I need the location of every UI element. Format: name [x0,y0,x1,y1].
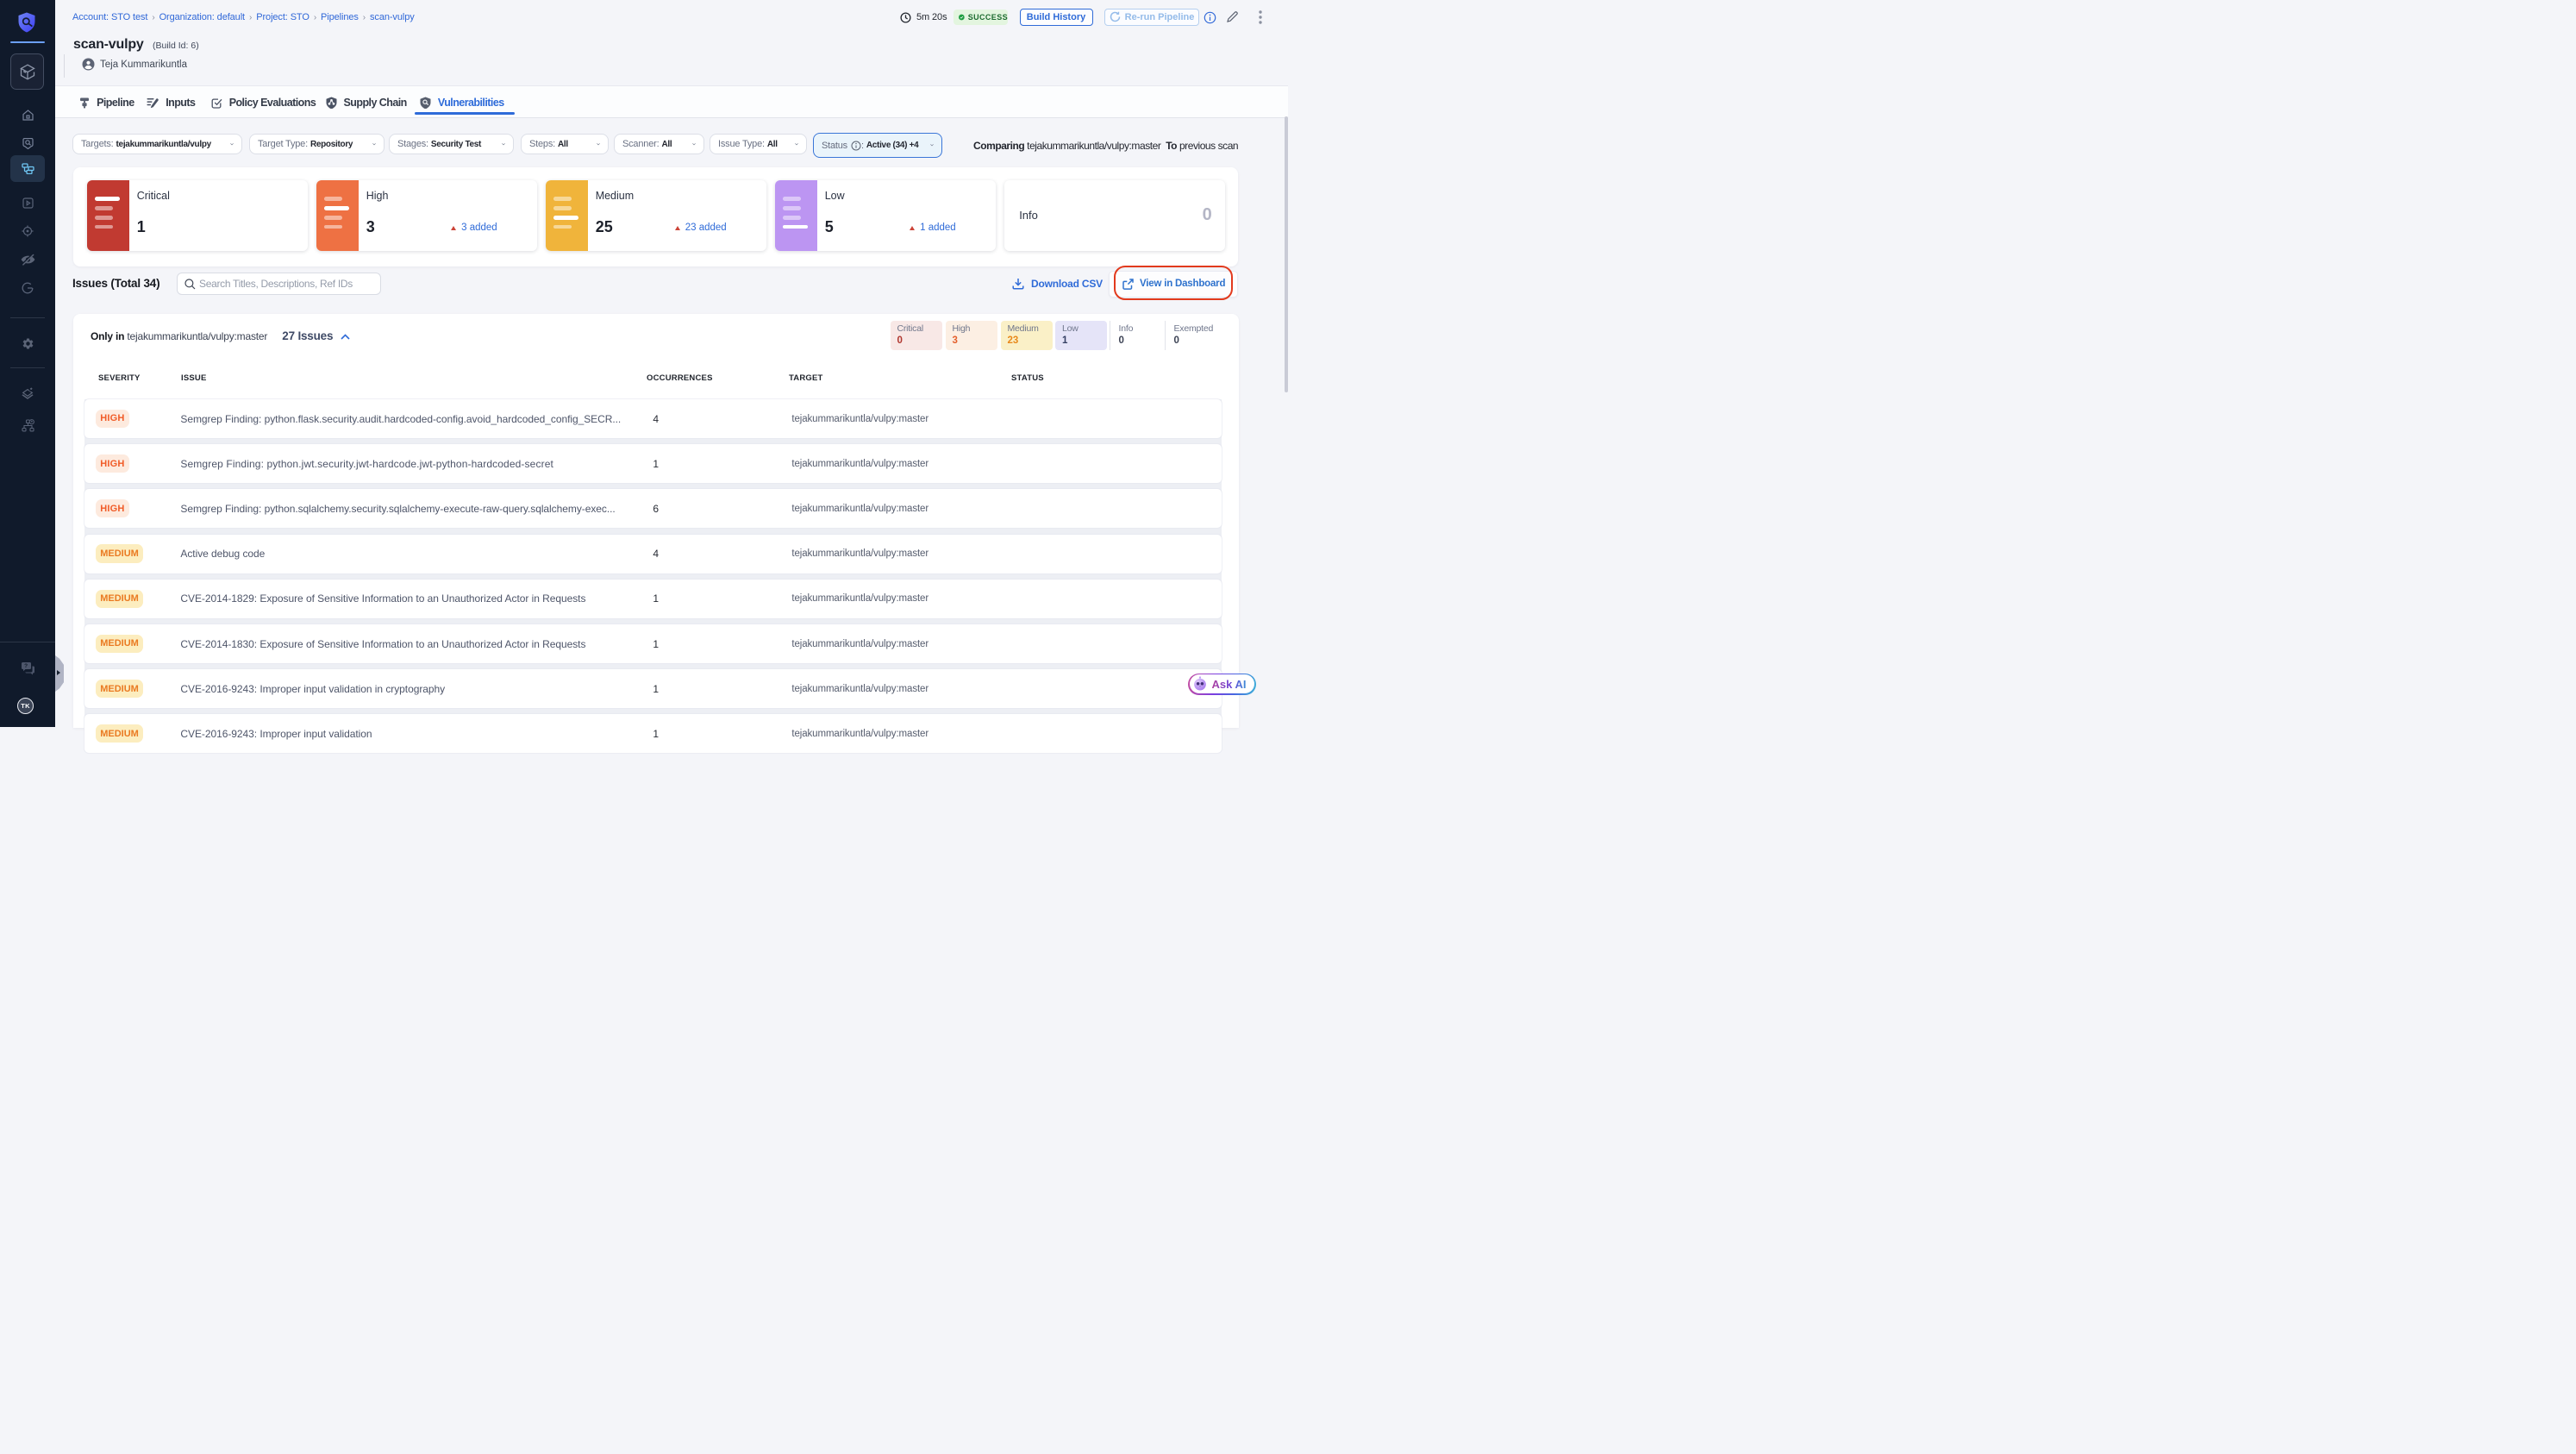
svg-text:?: ? [24,663,28,669]
